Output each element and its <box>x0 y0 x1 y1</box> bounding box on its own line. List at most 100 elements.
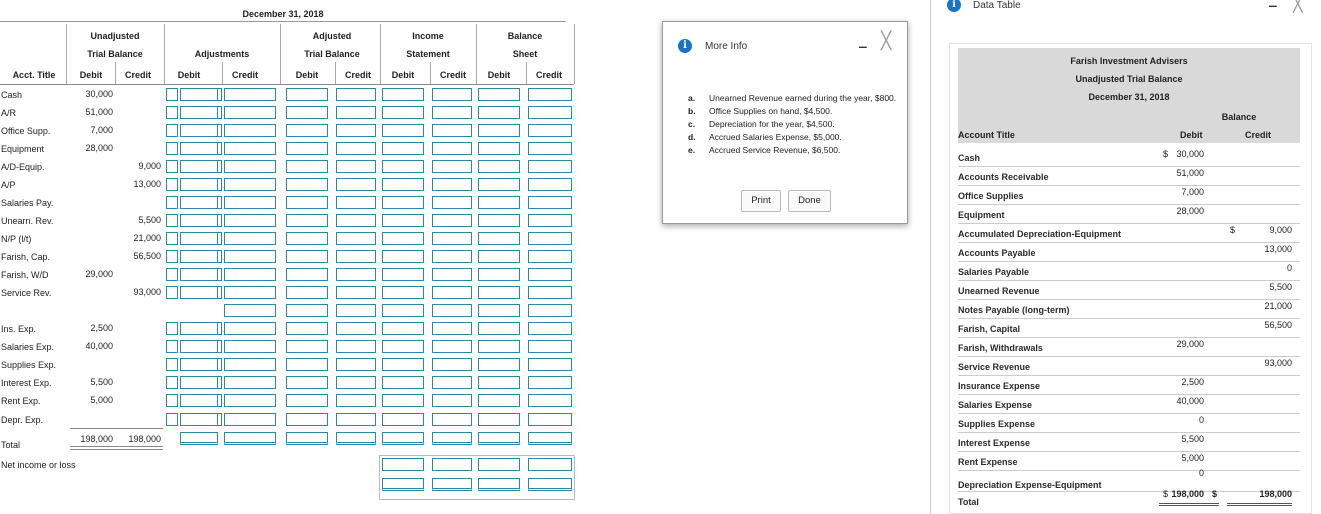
minimize-button[interactable]: ‒ <box>859 38 867 54</box>
amount-input[interactable] <box>224 340 276 353</box>
adjustment-ref-select[interactable] <box>166 340 178 353</box>
amount-input[interactable] <box>336 322 376 335</box>
amount-input[interactable] <box>528 322 572 335</box>
amount-input[interactable] <box>286 376 328 389</box>
amount-input[interactable] <box>224 196 276 209</box>
amount-input[interactable] <box>336 304 376 317</box>
adjustment-ref-select[interactable] <box>166 214 178 227</box>
amount-input[interactable] <box>180 340 218 353</box>
amount-input[interactable] <box>224 250 276 263</box>
amount-input[interactable] <box>336 340 376 353</box>
amount-input[interactable] <box>382 376 424 389</box>
amount-input[interactable] <box>382 232 424 245</box>
amount-input[interactable] <box>432 286 472 299</box>
amount-input[interactable] <box>336 88 376 101</box>
amount-input[interactable] <box>286 142 328 155</box>
amount-input[interactable] <box>432 160 472 173</box>
adjustment-ref-select[interactable] <box>166 196 178 209</box>
amount-input[interactable] <box>432 124 472 137</box>
amount-input[interactable] <box>224 124 276 137</box>
amount-input[interactable] <box>180 413 218 426</box>
total-input[interactable] <box>478 432 520 445</box>
amount-input[interactable] <box>382 214 424 227</box>
amount-input[interactable] <box>336 178 376 191</box>
total-input[interactable] <box>528 432 572 445</box>
amount-input[interactable] <box>432 142 472 155</box>
adjustment-ref-select[interactable] <box>166 394 178 407</box>
amount-input[interactable] <box>336 250 376 263</box>
amount-input[interactable] <box>180 88 218 101</box>
amount-input[interactable] <box>336 142 376 155</box>
amount-input[interactable] <box>286 304 328 317</box>
amount-input[interactable] <box>382 124 424 137</box>
amount-input[interactable] <box>180 214 218 227</box>
amount-input[interactable] <box>336 413 376 426</box>
close-icon[interactable]: ╳ <box>881 31 891 51</box>
amount-input[interactable] <box>478 214 520 227</box>
amount-input[interactable] <box>286 340 328 353</box>
amount-input[interactable] <box>432 394 472 407</box>
amount-input[interactable] <box>478 142 520 155</box>
amount-input[interactable] <box>336 196 376 209</box>
amount-input[interactable] <box>286 214 328 227</box>
adjustment-ref-select[interactable] <box>166 88 178 101</box>
amount-input[interactable] <box>432 376 472 389</box>
amount-input[interactable] <box>336 124 376 137</box>
adjustment-ref-select[interactable] <box>166 376 178 389</box>
amount-input[interactable] <box>224 358 276 371</box>
amount-input[interactable] <box>382 250 424 263</box>
amount-input[interactable] <box>528 304 572 317</box>
amount-input[interactable] <box>286 124 328 137</box>
amount-input[interactable] <box>180 250 218 263</box>
total-input[interactable] <box>382 432 424 445</box>
amount-input[interactable] <box>432 232 472 245</box>
amount-input[interactable] <box>432 196 472 209</box>
amount-input[interactable] <box>432 340 472 353</box>
amount-input[interactable] <box>432 250 472 263</box>
minimize-button[interactable]: ‒ <box>1269 0 1277 13</box>
amount-input[interactable] <box>224 394 276 407</box>
amount-input[interactable] <box>286 196 328 209</box>
adjustment-ref-select[interactable] <box>166 106 178 119</box>
amount-input[interactable] <box>180 376 218 389</box>
amount-input[interactable] <box>286 358 328 371</box>
amount-input[interactable] <box>180 322 218 335</box>
adjustment-ref-select[interactable] <box>166 232 178 245</box>
amount-input[interactable] <box>336 286 376 299</box>
total-input[interactable] <box>432 432 472 445</box>
amount-input[interactable] <box>382 340 424 353</box>
total-input[interactable] <box>336 432 376 445</box>
amount-input[interactable] <box>336 106 376 119</box>
amount-input[interactable] <box>286 268 328 281</box>
amount-input[interactable] <box>432 214 472 227</box>
amount-input[interactable] <box>528 268 572 281</box>
adjustment-ref-select[interactable] <box>166 268 178 281</box>
total-input[interactable] <box>180 432 218 445</box>
amount-input[interactable] <box>180 358 218 371</box>
amount-input[interactable] <box>528 250 572 263</box>
amount-input[interactable] <box>478 106 520 119</box>
amount-input[interactable] <box>180 268 218 281</box>
amount-input[interactable] <box>180 286 218 299</box>
amount-input[interactable] <box>382 88 424 101</box>
adjustment-ref-select[interactable] <box>166 286 178 299</box>
print-button[interactable]: Print <box>741 190 781 212</box>
amount-input[interactable] <box>478 358 520 371</box>
adjustment-ref-select[interactable] <box>166 160 178 173</box>
amount-input[interactable] <box>528 286 572 299</box>
amount-input[interactable] <box>432 88 472 101</box>
amount-input[interactable] <box>528 214 572 227</box>
amount-input[interactable] <box>336 214 376 227</box>
amount-input[interactable] <box>478 160 520 173</box>
amount-input[interactable] <box>224 286 276 299</box>
amount-input[interactable] <box>478 340 520 353</box>
amount-input[interactable] <box>478 413 520 426</box>
amount-input[interactable] <box>286 106 328 119</box>
amount-input[interactable] <box>528 394 572 407</box>
amount-input[interactable] <box>224 214 276 227</box>
amount-input[interactable] <box>528 142 572 155</box>
amount-input[interactable] <box>286 394 328 407</box>
amount-input[interactable] <box>478 232 520 245</box>
amount-input[interactable] <box>528 196 572 209</box>
amount-input[interactable] <box>286 413 328 426</box>
